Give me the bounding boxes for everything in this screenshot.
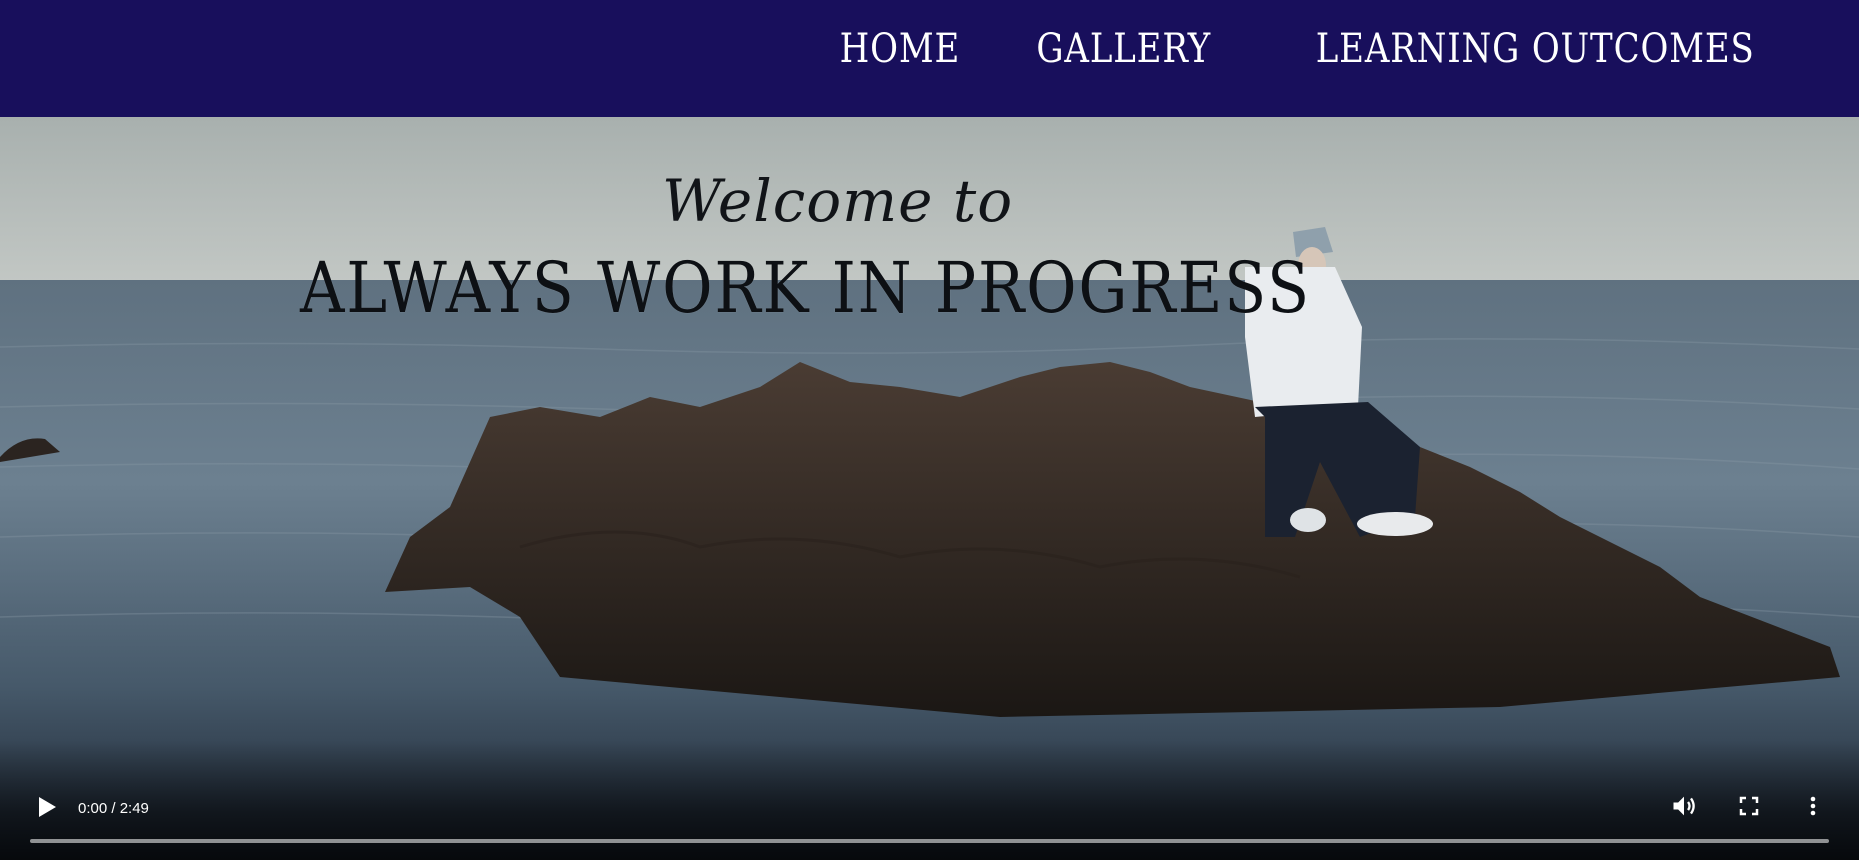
nav-link-learning-outcomes[interactable]: LEARNING OUTCOMES bbox=[1315, 26, 1754, 72]
more-options-button[interactable] bbox=[1795, 788, 1831, 824]
welcome-heading: Welcome to bbox=[662, 167, 1014, 235]
fullscreen-button[interactable] bbox=[1731, 788, 1767, 824]
volume-icon bbox=[1673, 796, 1695, 816]
video-time-display: 0:00 / 2:49 bbox=[78, 800, 149, 817]
play-button[interactable] bbox=[30, 790, 64, 824]
nav-link-gallery[interactable]: GALLERY bbox=[1037, 26, 1212, 72]
play-icon bbox=[39, 797, 56, 817]
video-progress-bar[interactable] bbox=[30, 839, 1829, 843]
nav-link-home[interactable]: HOME bbox=[840, 26, 961, 72]
hero-video-player[interactable]: Welcome to ALWAYS WORK IN PROGRESS 0:00 … bbox=[0, 117, 1859, 860]
video-controls-bar: 0:00 / 2:49 bbox=[0, 740, 1859, 860]
site-title: ALWAYS WORK IN PROGRESS bbox=[300, 247, 1312, 329]
volume-button[interactable] bbox=[1666, 788, 1702, 824]
more-vertical-icon bbox=[1810, 796, 1816, 816]
fullscreen-icon bbox=[1739, 796, 1759, 816]
top-navigation-bar: HOME GALLERY LEARNING OUTCOMES bbox=[0, 0, 1859, 117]
nav-links: HOME GALLERY LEARNING OUTCOMES bbox=[829, 26, 1793, 72]
